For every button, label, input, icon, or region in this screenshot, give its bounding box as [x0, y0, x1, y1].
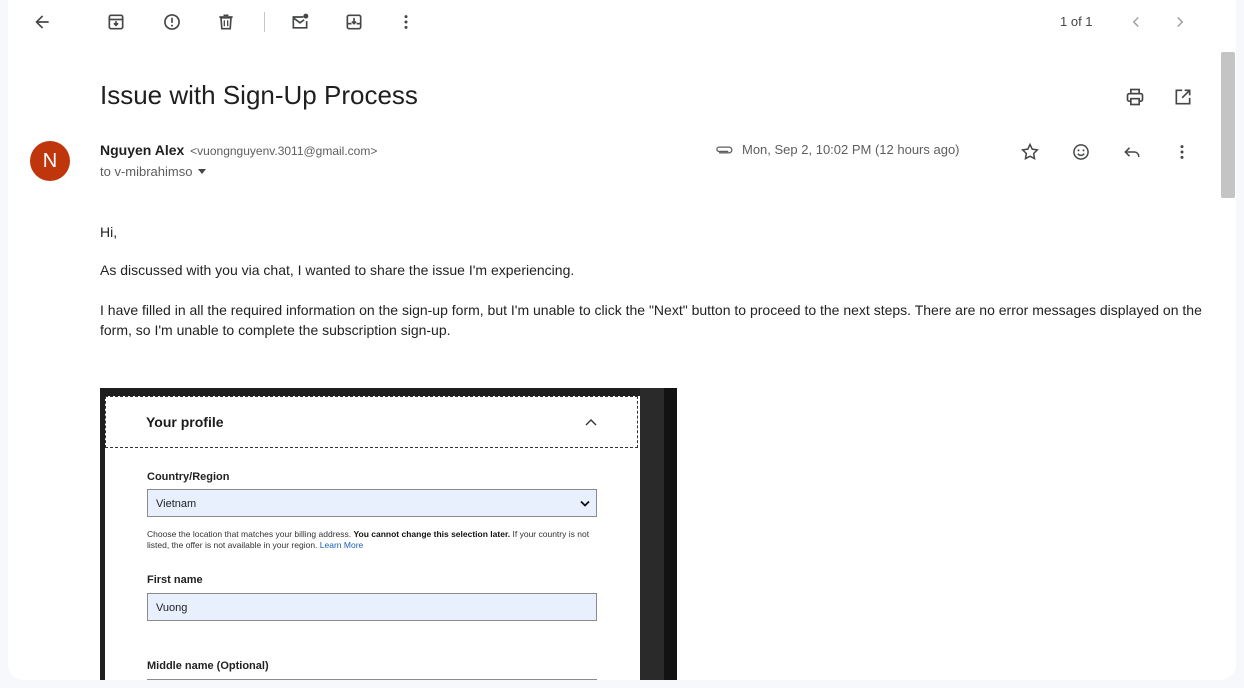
more-options-button[interactable]: [388, 4, 424, 40]
print-icon: [1126, 88, 1144, 106]
body-paragraph-2: I have filled in all the required inform…: [100, 302, 1202, 338]
middle-name-field: [147, 679, 597, 680]
email-date: Mon, Sep 2, 10:02 PM (12 hours ago): [742, 142, 960, 157]
reply-button[interactable]: [1116, 136, 1148, 168]
pagination-count: 1 of 1: [1060, 14, 1093, 29]
profile-form-card: Your profile Country/Region Vietnam Choo…: [105, 396, 640, 680]
older-button[interactable]: [1162, 4, 1198, 40]
screenshot-dark-edge-outer: [664, 388, 677, 680]
more-vert-icon: [404, 15, 408, 29]
add-reaction-button[interactable]: [1065, 136, 1097, 168]
reply-icon: [1124, 147, 1140, 157]
chevron-up-icon: [585, 419, 597, 426]
open-in-new-window-button[interactable]: [1168, 82, 1198, 112]
back-button[interactable]: [24, 4, 60, 40]
first-name-value: Vuong: [156, 602, 188, 614]
archive-icon: [108, 14, 124, 30]
attachment-icon: [716, 146, 733, 153]
report-spam-button[interactable]: [154, 4, 190, 40]
sender-email: <vuongnguyenv.3011@gmail.com>: [190, 144, 378, 158]
snooze-button[interactable]: [336, 4, 372, 40]
profile-section-header: Your profile: [105, 396, 638, 448]
email-toolbar: 1 of 1: [8, 0, 1236, 46]
scrollbar-thumb[interactable]: [1221, 52, 1235, 198]
first-name-label: First name: [147, 574, 203, 586]
recipient-text: to v-mibrahimso: [100, 164, 193, 179]
archive-button[interactable]: [98, 4, 134, 40]
more-vert-icon: [1180, 145, 1184, 159]
caret-down-icon[interactable]: [198, 169, 207, 174]
star-button[interactable]: [1014, 136, 1046, 168]
middle-name-label: Middle name (Optional): [147, 660, 269, 672]
toolbar-divider: [264, 12, 265, 32]
report-spam-icon: [164, 14, 180, 30]
sender-name[interactable]: Nguyen Alex: [100, 142, 184, 158]
email-panel: 1 of 1 Issue with Sign-Up Process N Nguy…: [8, 0, 1236, 680]
chevron-down-icon: [580, 500, 590, 507]
country-label: Country/Region: [147, 471, 230, 483]
body-greeting: Hi,: [100, 224, 118, 240]
sender-avatar[interactable]: N: [30, 141, 70, 181]
country-help-text: Choose the location that matches your bi…: [147, 529, 607, 551]
country-select: Vietnam: [147, 489, 597, 517]
email-subject: Issue with Sign-Up Process: [100, 80, 418, 110]
country-value: Vietnam: [156, 498, 197, 510]
chevron-left-icon: [1132, 16, 1139, 28]
body-paragraph-1: As discussed with you via chat, I wanted…: [100, 262, 575, 278]
profile-section-title: Your profile: [146, 414, 224, 430]
email-meta: Mon, Sep 2, 10:02 PM (12 hours ago): [714, 142, 960, 157]
message-more-button[interactable]: [1166, 136, 1198, 168]
delete-icon: [219, 14, 233, 30]
help-text-warning: You cannot change this selection later.: [353, 529, 511, 539]
back-arrow-icon: [35, 15, 49, 29]
sender-line: Nguyen Alex <vuongnguyenv.3011@gmail.com…: [100, 142, 377, 158]
star-icon: [1021, 142, 1039, 160]
help-text-start: Choose the location that matches your bi…: [147, 529, 354, 539]
scrollbar[interactable]: [1221, 52, 1236, 680]
first-name-field: Vuong: [147, 593, 597, 621]
open-in-new-icon: [1175, 89, 1191, 105]
inline-screenshot[interactable]: Your profile Country/Region Vietnam Choo…: [100, 388, 677, 680]
snooze-icon: [346, 14, 362, 30]
chevron-right-icon: [1177, 16, 1184, 28]
print-button[interactable]: [1120, 82, 1150, 112]
recipient-details[interactable]: to v-mibrahimso: [100, 164, 207, 179]
screenshot-dark-edge: [640, 388, 664, 680]
newer-button[interactable]: [1118, 4, 1154, 40]
emoji-icon: [1073, 144, 1089, 160]
mark-unread-icon: [292, 13, 309, 29]
learn-more-link: Learn More: [319, 540, 364, 550]
mark-unread-button[interactable]: [282, 4, 318, 40]
delete-button[interactable]: [208, 4, 244, 40]
